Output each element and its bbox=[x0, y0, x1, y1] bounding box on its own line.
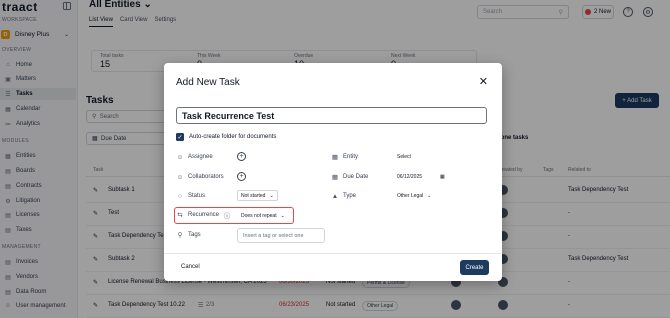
type-label: Type bbox=[343, 193, 357, 199]
recurrence-value: Does not repeat bbox=[241, 212, 277, 219]
modal-title: Add New Task bbox=[176, 77, 240, 88]
status-circle-icon: ○ bbox=[178, 192, 182, 200]
auto-folder-label: Auto-create folder for documents bbox=[189, 134, 277, 140]
entity-select-box: Select bbox=[393, 151, 415, 162]
add-task-modal: Add New Task ✕ Task Recurrence Test ✓ Au… bbox=[164, 63, 502, 281]
cancel-button[interactable]: Cancel bbox=[181, 264, 200, 270]
due-date-box: 06/12/2025 ▦ bbox=[393, 171, 449, 182]
status-select-box: Not started ⌄ bbox=[237, 190, 278, 201]
auto-folder-checkbox-row[interactable]: ✓ Auto-create folder for documents bbox=[176, 133, 276, 141]
repeat-icon: ⇆ bbox=[177, 212, 183, 219]
type-value: Other Legal bbox=[397, 192, 424, 199]
collaborators-label: Collaborators bbox=[188, 174, 224, 180]
entity-row: ▦ Entity bbox=[331, 153, 358, 161]
user-icon: ☺ bbox=[176, 153, 184, 161]
tag-icon: ⚲ bbox=[177, 232, 183, 239]
recurrence-select[interactable]: Does not repeat ⌄ bbox=[237, 210, 289, 221]
close-icon[interactable]: ✕ bbox=[479, 77, 488, 88]
tags-input[interactable]: Insert a tag or select one bbox=[237, 228, 325, 243]
type-select[interactable]: Other Legal ⌄ bbox=[393, 190, 435, 201]
info-icon[interactable]: ⓘ bbox=[223, 211, 231, 220]
entity-select[interactable]: Select bbox=[393, 151, 415, 162]
add-assignee-button[interactable]: + bbox=[237, 152, 246, 161]
collaborators-row: ☺ Collaborators bbox=[176, 173, 224, 181]
entity-value: Select bbox=[397, 153, 411, 160]
building-icon: ▦ bbox=[331, 154, 339, 161]
status-value: Not started bbox=[241, 192, 266, 199]
status-label: Status bbox=[188, 193, 206, 199]
type-select-box: Other Legal ⌄ bbox=[393, 190, 435, 201]
due-date-row: ▦ Due Date bbox=[331, 173, 368, 181]
type-icon: ▲ bbox=[331, 192, 339, 200]
status-row: ○ Status bbox=[176, 192, 205, 200]
chevron-down-icon: ⌄ bbox=[280, 212, 285, 219]
due-date-label: Due Date bbox=[343, 174, 369, 180]
calendar-icon: ▦ bbox=[331, 174, 339, 181]
add-collaborator-button[interactable]: + bbox=[237, 172, 246, 181]
tags-label: Tags bbox=[188, 232, 201, 238]
status-select[interactable]: Not started ⌄ bbox=[237, 190, 278, 201]
task-title-input[interactable]: Task Recurrence Test bbox=[176, 107, 487, 124]
users-icon: ☺ bbox=[176, 173, 184, 181]
create-button[interactable]: Create bbox=[460, 260, 489, 275]
chevron-down-icon: ⌄ bbox=[269, 192, 274, 199]
tags-row: ⚲ Tags bbox=[176, 231, 201, 239]
chevron-down-icon: ⌄ bbox=[427, 192, 432, 199]
due-date-picker[interactable]: 06/12/2025 ▦ bbox=[393, 171, 449, 182]
type-row: ▲ Type bbox=[331, 192, 356, 200]
due-date-value: 06/12/2025 bbox=[397, 173, 423, 180]
modal-divider bbox=[164, 253, 502, 254]
auto-folder-checkbox[interactable]: ✓ bbox=[176, 133, 184, 141]
entity-label: Entity bbox=[343, 154, 359, 160]
recurrence-row: ⇆ Recurrence ⓘ bbox=[176, 211, 231, 220]
assignee-label: Assignee bbox=[188, 154, 213, 160]
recurrence-label: Recurrence bbox=[188, 212, 220, 218]
recurrence-select-box: Does not repeat ⌄ bbox=[237, 210, 289, 221]
calendar-icon[interactable]: ▦ bbox=[440, 174, 445, 180]
assignee-row: ☺ Assignee bbox=[176, 153, 213, 161]
